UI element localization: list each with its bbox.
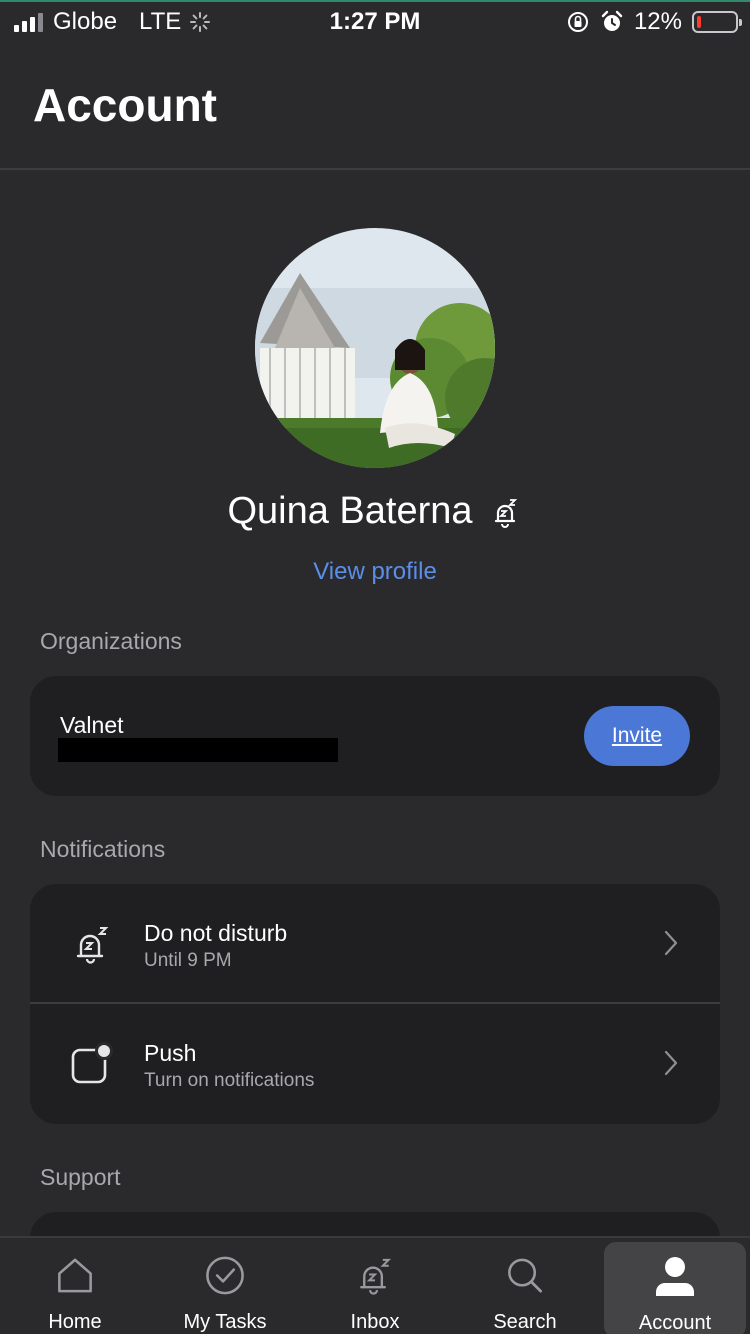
- notifications-card: Do not disturb Until 9 PM Push Turn on n…: [30, 884, 720, 1124]
- status-bar: Globe LTE 1:27 PM 12%: [0, 0, 750, 40]
- avatar[interactable]: [255, 228, 495, 468]
- check-circle-icon: [206, 1256, 244, 1295]
- organization-name: Valnet: [60, 712, 124, 738]
- tab-search[interactable]: Search: [450, 1238, 600, 1334]
- page-title: Account: [33, 79, 217, 131]
- organization-card[interactable]: Valnet Invite: [30, 676, 720, 796]
- notification-row-push[interactable]: Push Turn on notifications: [30, 1004, 720, 1122]
- home-icon: [58, 1258, 92, 1293]
- header: Account: [0, 40, 750, 170]
- status-right: 12%: [566, 8, 742, 36]
- notification-title: Do not disturb: [144, 920, 288, 946]
- chevron-right-icon: [664, 1050, 678, 1076]
- avatar-photo: [255, 228, 495, 468]
- tab-label: Account: [638, 1312, 712, 1334]
- tab-label: Search: [493, 1311, 557, 1333]
- notification-row-do-not-disturb[interactable]: Do not disturb Until 9 PM: [30, 884, 720, 1002]
- tab-account[interactable]: Account: [604, 1242, 746, 1334]
- chevron-right-icon: [664, 930, 678, 956]
- user-name-row: Quina Baterna: [0, 490, 750, 533]
- view-profile-link[interactable]: View profile: [0, 558, 750, 586]
- alarm-icon: [601, 10, 623, 31]
- search-icon: [508, 1258, 543, 1293]
- section-label-organizations: Organizations: [40, 628, 182, 654]
- push-badge-icon: [71, 1042, 113, 1084]
- battery-percentage: 12%: [633, 8, 682, 35]
- notification-title: Push: [144, 1040, 197, 1066]
- tab-home[interactable]: Home: [0, 1238, 150, 1334]
- battery-icon: [692, 11, 742, 33]
- tab-label: Inbox: [350, 1311, 400, 1333]
- tab-my-tasks[interactable]: My Tasks: [150, 1238, 300, 1334]
- section-label-support: Support: [40, 1164, 121, 1190]
- tab-label: My Tasks: [183, 1311, 267, 1333]
- tab-label: Home: [48, 1311, 102, 1333]
- bell-icon: [360, 1258, 392, 1295]
- section-label-notifications: Notifications: [40, 836, 166, 862]
- user-name: Quina Baterna: [227, 490, 473, 532]
- do-not-disturb-bell-icon: [494, 498, 517, 528]
- notification-subtitle: Until 9 PM: [144, 950, 232, 971]
- invite-button[interactable]: Invite: [584, 706, 690, 766]
- tab-bar: Home My Tasks Inbox Search Account: [0, 1236, 750, 1334]
- do-not-disturb-bell-icon: [76, 927, 109, 964]
- person-icon: [656, 1257, 694, 1296]
- rotation-lock-icon: [567, 12, 588, 32]
- tab-inbox[interactable]: Inbox: [300, 1238, 450, 1334]
- notification-subtitle: Turn on notifications: [144, 1070, 315, 1091]
- redacted-email: [58, 738, 338, 762]
